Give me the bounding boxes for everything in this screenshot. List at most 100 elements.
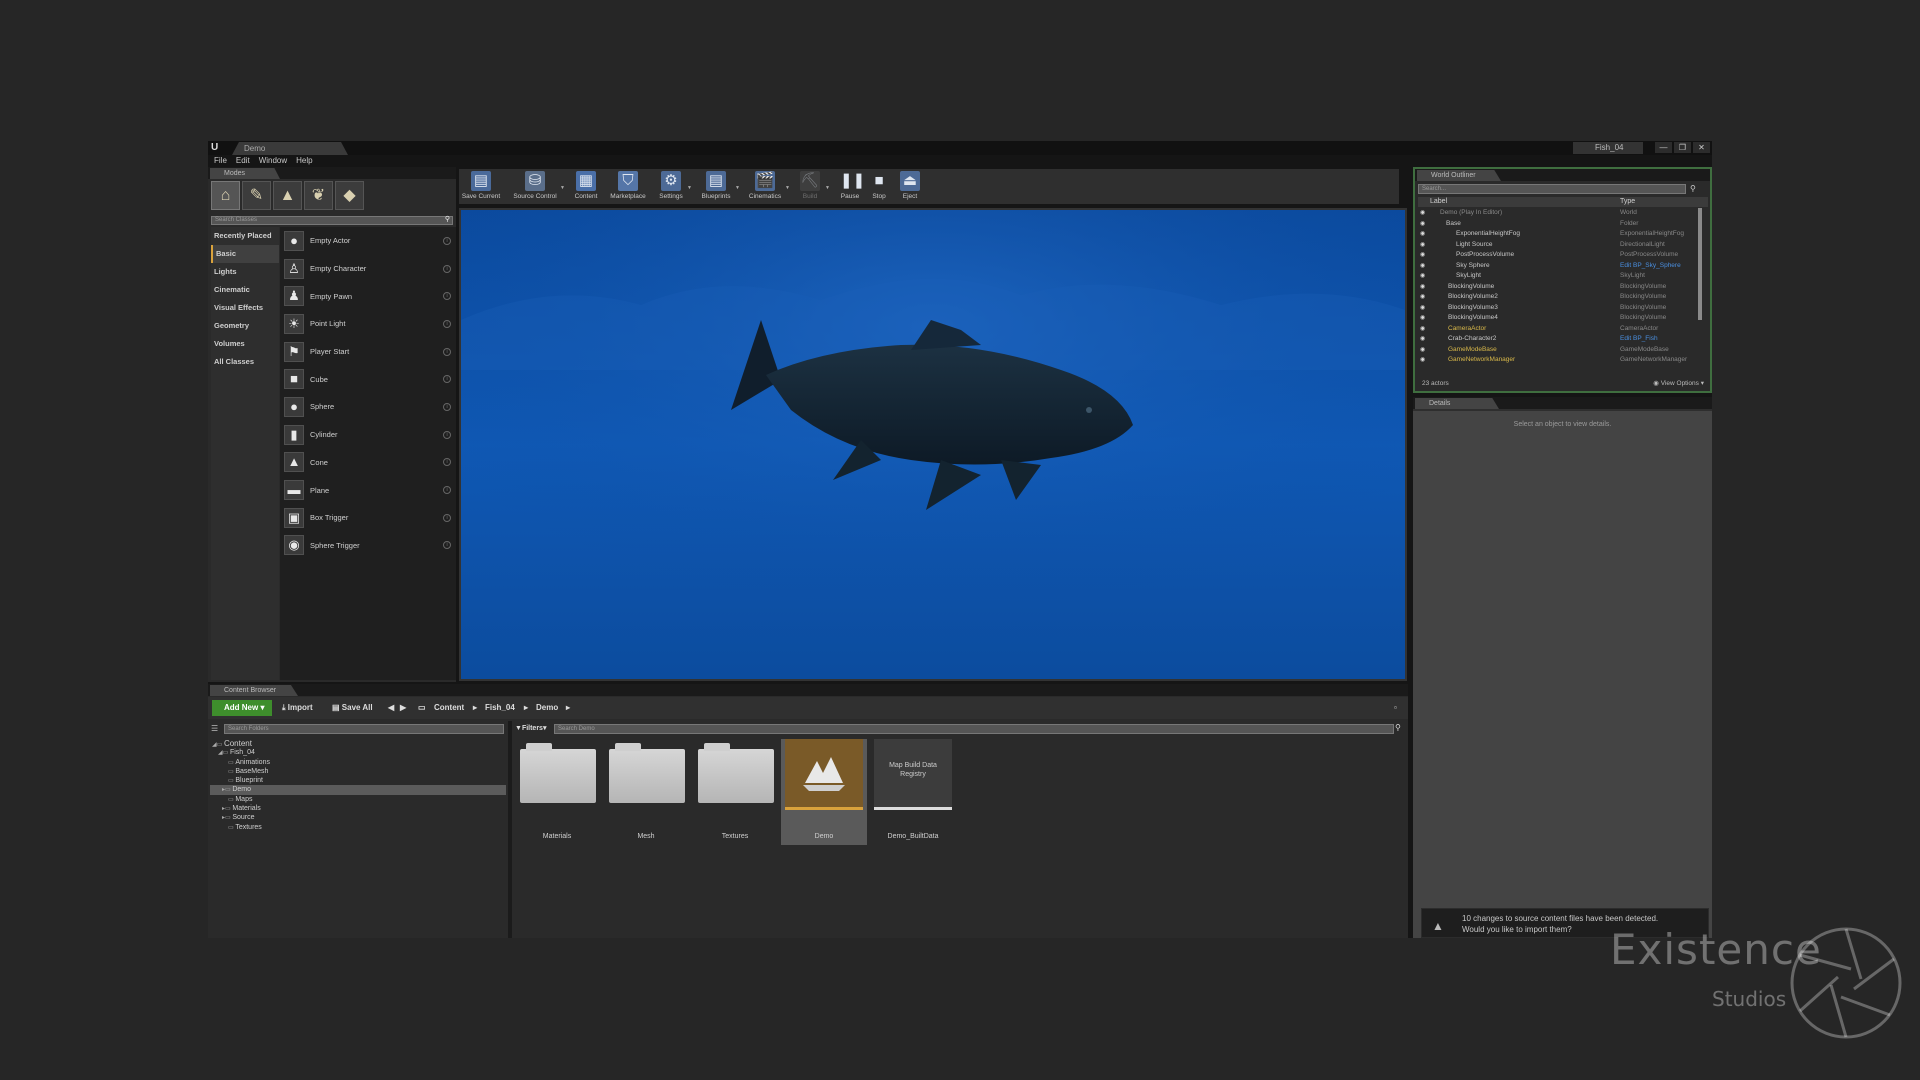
search-folders-input[interactable]: Search Folders — [224, 724, 504, 734]
save-all-button[interactable]: ▤ Save All — [332, 700, 373, 716]
menu-file[interactable]: File — [214, 155, 227, 167]
document-tab[interactable]: Demo — [232, 142, 348, 155]
tab-world-outliner[interactable]: World Outliner — [1417, 170, 1501, 181]
info-icon[interactable]: i — [443, 236, 451, 245]
edit-blueprint-link[interactable]: Edit BP_Sky_Sphere — [1620, 261, 1681, 272]
tree-item-materials[interactable]: ▸▭ Materials — [210, 804, 506, 813]
table-row[interactable]: ◉ CameraActor CameraActor — [1418, 324, 1706, 335]
table-row[interactable]: ◉ BlockingVolume2 BlockingVolume — [1418, 292, 1706, 303]
breadcrumb-separator-icon[interactable]: ▸ — [473, 700, 477, 716]
table-row[interactable]: ◉ GameModeBase GameModeBase — [1418, 345, 1706, 356]
asset-tile[interactable]: Materials — [514, 739, 600, 845]
filters-button[interactable]: ▼Filters▾ — [515, 724, 553, 734]
geometry-mode-icon[interactable]: ◆ — [335, 181, 364, 210]
list-item[interactable]: ● Sphere i — [280, 393, 456, 421]
table-row[interactable]: ◉ SkyLight SkyLight — [1418, 271, 1706, 282]
list-item[interactable]: ☀ Point Light i — [280, 310, 456, 338]
eye-icon[interactable]: ◉ — [1420, 292, 1425, 303]
content-button[interactable]: ▦ Content — [571, 170, 601, 203]
breadcrumb-separator-icon[interactable]: ▸ — [566, 700, 570, 716]
tree-item-animations[interactable]: ▭ Animations — [210, 758, 506, 767]
eye-icon[interactable]: ◉ — [1420, 334, 1425, 345]
tree-toggle-icon[interactable]: ☰ — [211, 724, 218, 733]
tree-item-basemesh[interactable]: ▭ BaseMesh — [210, 767, 506, 776]
info-icon[interactable]: i — [443, 486, 451, 495]
tab-content-browser[interactable]: Content Browser — [210, 685, 298, 696]
tree-item-textures[interactable]: ▭ Textures — [210, 823, 506, 832]
chevron-down-icon[interactable]: ▼ — [560, 185, 565, 191]
list-item[interactable]: ♟ Empty Pawn i — [280, 282, 456, 310]
category-cinematic[interactable]: Cinematic — [211, 281, 279, 299]
chevron-down-icon[interactable]: ▼ — [687, 185, 692, 191]
list-item[interactable]: ● Empty Actor i — [280, 227, 456, 255]
list-item[interactable]: ▲ Cone i — [280, 449, 456, 477]
back-arrow-icon[interactable]: ◀ — [388, 700, 394, 716]
list-item[interactable]: ◉ Sphere Trigger i — [280, 532, 456, 560]
category-basic[interactable]: Basic — [211, 245, 279, 263]
breadcrumb-fish04[interactable]: Fish_04 — [485, 700, 515, 716]
chevron-down-icon[interactable]: ▼ — [825, 185, 830, 191]
lock-icon[interactable]: ▫ — [1394, 700, 1397, 716]
column-label[interactable]: Label — [1430, 197, 1447, 207]
table-row[interactable]: ◉ Base Folder — [1418, 219, 1706, 230]
settings-button[interactable]: ⚙ Settings — [655, 170, 687, 203]
edit-blueprint-link[interactable]: Edit BP_Fish — [1620, 334, 1658, 345]
list-item[interactable]: ▬ Plane i — [280, 476, 456, 504]
category-lights[interactable]: Lights — [211, 263, 279, 281]
menu-edit[interactable]: Edit — [236, 155, 250, 167]
tree-item-blueprint[interactable]: ▭ Blueprint — [210, 776, 506, 785]
asset-tile[interactable]: Textures — [692, 739, 778, 845]
cinematics-button[interactable]: 🎬 Cinematics — [745, 170, 785, 203]
info-icon[interactable]: i — [443, 292, 451, 301]
info-icon[interactable]: i — [443, 264, 451, 273]
table-row[interactable]: ◉ BlockingVolume4 BlockingVolume — [1418, 313, 1706, 324]
outliner-search-input[interactable]: Search... — [1418, 184, 1686, 194]
landscape-mode-icon[interactable]: ▲ — [273, 181, 302, 210]
table-row[interactable]: ◉ Sky Sphere Edit BP_Sky_Sphere — [1418, 261, 1706, 272]
eye-icon[interactable]: ◉ — [1420, 271, 1425, 282]
category-all-classes[interactable]: All Classes — [211, 353, 279, 371]
eye-icon[interactable]: ◉ — [1420, 229, 1425, 240]
forward-arrow-icon[interactable]: ▶ — [400, 700, 406, 716]
menu-window[interactable]: Window — [259, 155, 287, 167]
tree-item-fish04[interactable]: ◢▭ Fish_04 — [210, 748, 506, 757]
table-row[interactable]: ◉ Light Source DirectionalLight — [1418, 240, 1706, 251]
eye-icon[interactable]: ◉ — [1420, 303, 1425, 314]
table-row[interactable]: ◉ ExponentialHeightFog ExponentialHeightFo… — [1418, 229, 1706, 240]
list-item[interactable]: ⚑ Player Start i — [280, 338, 456, 366]
category-visual-effects[interactable]: Visual Effects — [211, 299, 279, 317]
list-item[interactable]: ■ Cube i — [280, 365, 456, 393]
breadcrumb-demo[interactable]: Demo — [536, 700, 558, 716]
minimize-button[interactable]: — — [1655, 142, 1672, 153]
foliage-mode-icon[interactable]: ❦ — [304, 181, 333, 210]
list-item[interactable]: ♙ Empty Character i — [280, 255, 456, 283]
info-icon[interactable]: i — [443, 319, 451, 328]
eye-icon[interactable]: ◉ — [1420, 250, 1425, 261]
breadcrumb-content[interactable]: Content — [434, 700, 464, 716]
paint-mode-icon[interactable]: ✎ — [242, 181, 271, 210]
table-row[interactable]: ◉ Demo (Play In Editor) World — [1418, 208, 1706, 219]
category-geometry[interactable]: Geometry — [211, 317, 279, 335]
info-icon[interactable]: i — [443, 375, 451, 384]
eye-icon[interactable]: ◉ — [1420, 324, 1425, 335]
eye-icon[interactable]: ◉ — [1420, 282, 1425, 293]
eye-icon[interactable]: ◉ — [1420, 208, 1425, 219]
eye-icon[interactable]: ◉ — [1420, 219, 1425, 230]
eject-button[interactable]: ⏏ Eject — [897, 170, 923, 203]
table-row[interactable]: ◉ PostProcessVolume PostProcessVolume — [1418, 250, 1706, 261]
column-type[interactable]: Type — [1620, 197, 1635, 207]
build-button[interactable]: ⛏ Build — [795, 170, 825, 203]
eye-icon[interactable]: ◉ — [1420, 240, 1425, 251]
table-row[interactable]: ◉ BlockingVolume3 BlockingVolume — [1418, 303, 1706, 314]
search-assets-input[interactable]: Search Demo — [554, 724, 1394, 734]
asset-tile-selected[interactable]: Demo — [781, 739, 867, 845]
breadcrumb-separator-icon[interactable]: ▸ — [524, 700, 528, 716]
maximize-button[interactable]: ❐ — [1674, 142, 1691, 153]
tab-details[interactable]: Details — [1415, 398, 1499, 409]
eye-icon[interactable]: ◉ — [1420, 345, 1425, 356]
chevron-down-icon[interactable]: ▼ — [785, 185, 790, 191]
info-icon[interactable]: i — [443, 458, 451, 467]
eye-icon[interactable]: ◉ — [1420, 313, 1425, 324]
list-item[interactable]: ▣ Box Trigger i — [280, 504, 456, 532]
view-options-button[interactable]: ◉ View Options ▾ — [1653, 378, 1704, 390]
